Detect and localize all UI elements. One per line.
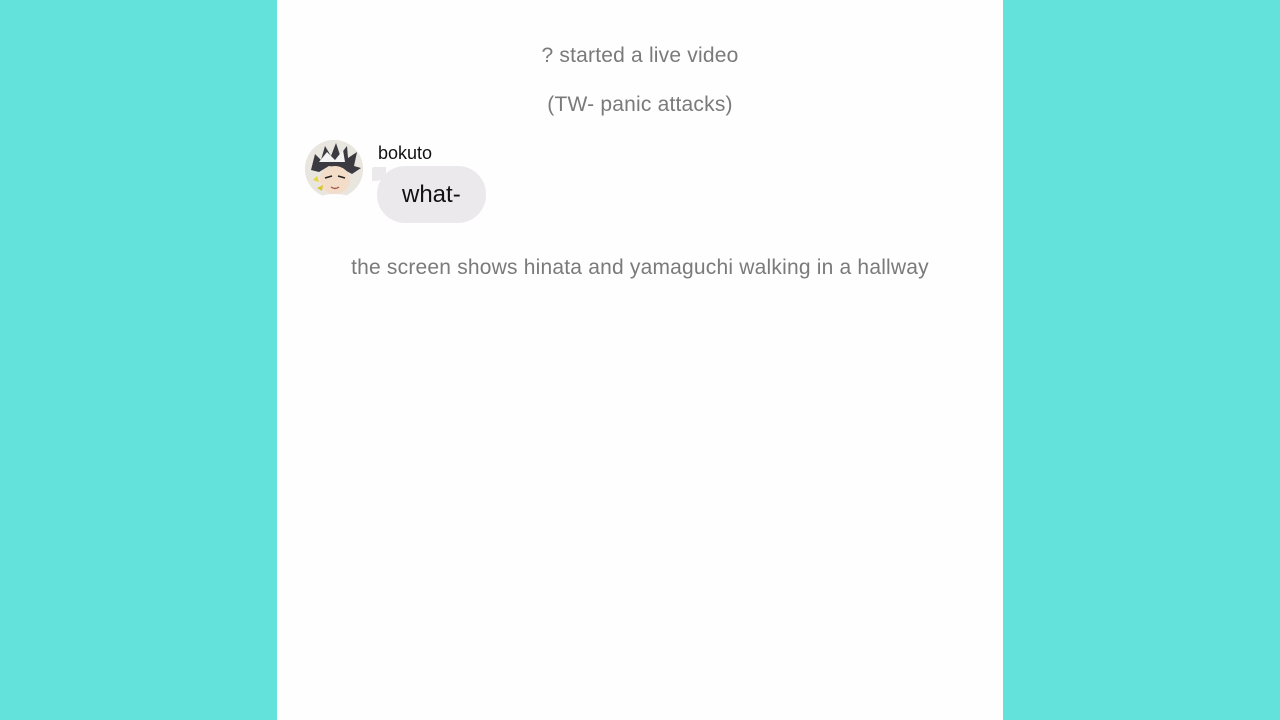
avatar[interactable] [305,140,363,198]
system-message-trigger-warning: (TW- panic attacks) [547,93,733,116]
chat-screen: ? started a live video (TW- panic attack… [277,0,1003,720]
avatar-icon [305,140,363,198]
message-sender-name: bokuto [378,143,433,163]
message-bubble[interactable]: what- [377,166,486,223]
system-message-scene-description: the screen shows hinata and yamaguchi wa… [351,256,929,279]
system-message-live-video: ? started a live video [541,44,739,67]
message-text: what- [402,180,461,208]
